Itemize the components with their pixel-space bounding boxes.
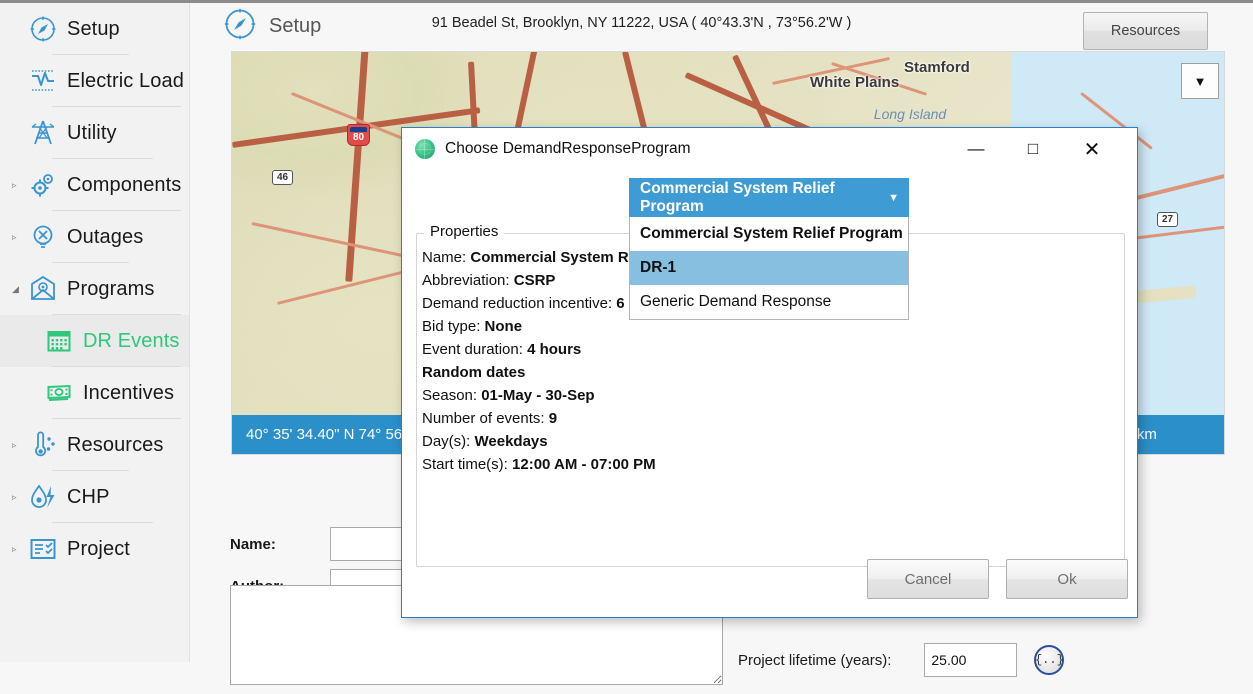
close-icon[interactable]: ✕ xyxy=(1069,128,1115,170)
combobox-option-selected[interactable]: DR-1 xyxy=(630,251,908,285)
property-value: 9 xyxy=(549,410,557,427)
property-section-heading: Random dates xyxy=(422,361,1118,384)
sidebar-item-components[interactable]: ▹ Components xyxy=(0,159,189,211)
application-window: Setup Electric Load xyxy=(0,0,1253,694)
map-place-label: Stamford xyxy=(904,59,970,76)
gears-icon xyxy=(28,170,58,200)
property-value: CSRP xyxy=(514,272,556,289)
property-label: Day(s): xyxy=(422,433,470,450)
property-label: Abbreviation: xyxy=(422,272,510,289)
map-basemap-dropdown-button[interactable]: ▼ xyxy=(1181,63,1219,99)
sidebar-item-outages[interactable]: ▹ Outages xyxy=(0,211,189,263)
lifetime-label: Project lifetime (years): xyxy=(738,652,891,669)
property-row: Season: 01-May - 30-Sep xyxy=(422,384,1118,407)
dialog-title: Choose DemandResponseProgram xyxy=(445,140,691,158)
property-value: 4 hours xyxy=(527,341,581,358)
load-profile-icon xyxy=(28,66,58,96)
sidebar-item-label: CHP xyxy=(67,486,110,509)
sidebar-item-label: Outages xyxy=(67,226,143,249)
maximize-icon[interactable]: □ xyxy=(1010,128,1056,170)
sidebar-item-electric-load[interactable]: Electric Load xyxy=(0,55,189,107)
page-header: Setup 91 Beadel St, Brooklyn, NY 11222, … xyxy=(190,3,1253,51)
minimize-icon[interactable]: — xyxy=(953,128,999,170)
program-combobox[interactable]: Commercial System Relief Program ▼ xyxy=(629,178,909,217)
chevron-right-icon[interactable]: ▹ xyxy=(12,493,28,502)
lifetime-browse-button[interactable]: {..} xyxy=(1034,645,1064,675)
banknote-icon xyxy=(44,378,74,408)
sidebar-item-chp[interactable]: ▹ CHP xyxy=(0,471,189,523)
sidebar-item-label: DR Events xyxy=(83,330,180,353)
map-place-label: White Plains xyxy=(810,74,899,91)
sidebar-item-programs[interactable]: ◢ Programs xyxy=(0,263,189,315)
property-row: Event duration: 4 hours xyxy=(422,338,1118,361)
transmission-tower-icon xyxy=(28,118,58,148)
sidebar-item-label: Utility xyxy=(67,122,117,145)
sidebar-item-label: Programs xyxy=(67,278,155,301)
sidebar-item-label: Project xyxy=(67,538,130,561)
map-highway-shield: 80 xyxy=(347,124,370,146)
cancel-button[interactable]: Cancel xyxy=(867,559,989,599)
property-label: Event duration: xyxy=(422,341,523,358)
sidebar-item-resources[interactable]: ▹ Resources xyxy=(0,419,189,471)
map-highway-shield: 27 xyxy=(1157,212,1178,227)
dialog-title-bar[interactable]: Choose DemandResponseProgram — □ ✕ xyxy=(402,128,1137,170)
sidebar-item-label: Setup xyxy=(67,18,120,41)
sidebar-item-project[interactable]: ▹ Project xyxy=(0,523,189,575)
property-row: Day(s): Weekdays xyxy=(422,430,1118,453)
property-row: Start time(s): 12:00 AM - 07:00 PM xyxy=(422,453,1118,476)
lifetime-field-row: Project lifetime (years): {..} xyxy=(738,643,1064,677)
combobox-selected-value: Commercial System Relief Program xyxy=(640,180,888,216)
sidebar-item-utility[interactable]: Utility xyxy=(0,107,189,159)
property-label: Start time(s): xyxy=(422,456,508,473)
property-label: Bid type: xyxy=(422,318,480,335)
ok-button[interactable]: Ok xyxy=(1006,559,1128,599)
property-value: None xyxy=(485,318,523,335)
globe-icon xyxy=(415,139,435,159)
bulb-off-icon xyxy=(28,222,58,252)
property-value: Weekdays xyxy=(475,433,548,450)
sidebar-navigation: Setup Electric Load xyxy=(0,3,190,662)
programs-envelope-icon xyxy=(28,274,58,304)
sidebar-item-label: Incentives xyxy=(83,382,174,405)
sidebar-item-label: Components xyxy=(67,174,181,197)
chevron-right-icon[interactable]: ▹ xyxy=(12,233,28,242)
property-label: Name: xyxy=(422,249,466,266)
chevron-down-icon[interactable]: ◢ xyxy=(12,285,28,294)
property-value: 12:00 AM - 07:00 PM xyxy=(512,456,656,473)
sidebar-item-label: Resources xyxy=(67,434,164,457)
property-row: Number of events: 9 xyxy=(422,407,1118,430)
property-label: Number of events: xyxy=(422,410,545,427)
property-label: Season: xyxy=(422,387,477,404)
properties-legend: Properties xyxy=(424,223,504,240)
program-combobox-dropdown[interactable]: Commercial System Relief Program DR-1 Ge… xyxy=(629,217,909,320)
combobox-option[interactable]: Commercial System Relief Program xyxy=(630,217,908,251)
lifetime-input[interactable] xyxy=(924,643,1017,677)
chp-flame-icon xyxy=(28,482,58,512)
chevron-right-icon[interactable]: ▹ xyxy=(12,441,28,450)
caret-down-icon: ▼ xyxy=(888,192,899,204)
choose-program-dialog: Choose DemandResponseProgram — □ ✕ Prope… xyxy=(401,127,1138,618)
dialog-button-bar: Cancel Ok xyxy=(867,559,1128,599)
chevron-right-icon[interactable]: ▹ xyxy=(12,545,28,554)
sidebar-item-dr-events[interactable]: DR Events xyxy=(0,315,189,367)
compass-icon xyxy=(28,14,58,44)
name-label: Name: xyxy=(230,536,330,553)
map-highway-shield: 46 xyxy=(272,170,293,185)
checklist-icon xyxy=(28,534,58,564)
thermometer-icon xyxy=(28,430,58,460)
chevron-right-icon[interactable]: ▹ xyxy=(12,181,28,190)
property-label: Demand reduction incentive: xyxy=(422,295,612,312)
resources-button[interactable]: Resources xyxy=(1083,12,1208,50)
sidebar-item-setup[interactable]: Setup xyxy=(0,3,189,55)
property-value: 01-May - 30-Sep xyxy=(481,387,594,404)
calendar-icon xyxy=(44,326,74,356)
sidebar-item-label: Electric Load xyxy=(67,70,184,93)
combobox-option[interactable]: Generic Demand Response xyxy=(630,285,908,319)
sidebar-item-incentives[interactable]: Incentives xyxy=(0,367,189,419)
